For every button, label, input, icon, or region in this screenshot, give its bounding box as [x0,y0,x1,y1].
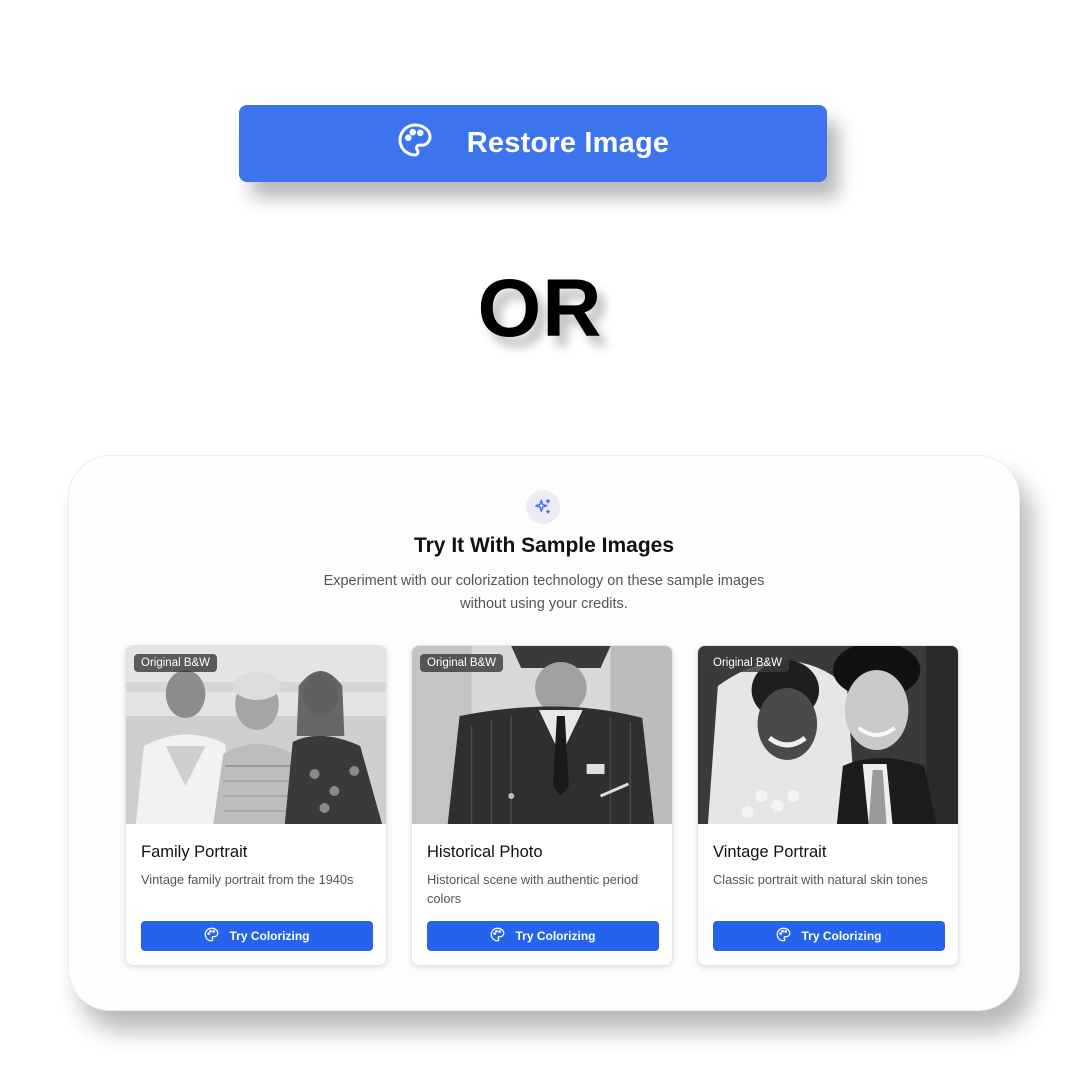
or-separator: OR [477,263,603,354]
panel-subtitle-line-2: without using your credits. [460,596,628,612]
try-colorizing-label: Try Colorizing [515,929,596,943]
try-colorizing-button[interactable]: Try Colorizing [427,921,659,951]
try-colorizing-label: Try Colorizing [229,929,310,943]
palette-icon [776,927,791,945]
try-colorizing-button[interactable]: Try Colorizing [141,921,373,951]
try-colorizing-label: Try Colorizing [801,929,882,943]
panel-title: Try It With Sample Images [413,534,675,557]
original-bw-badge: Original B&W [706,654,790,672]
card-title: Vintage Portrait [713,843,827,861]
sample-card-vintage-portrait[interactable]: Original B&W Vintage Portrait Classic po… [697,645,959,966]
try-colorizing-button[interactable]: Try Colorizing [713,921,945,951]
sparkles-icon [526,490,560,524]
sample-images-panel: Try It With Sample Images Experiment wit… [68,455,1020,1011]
palette-icon [397,122,433,166]
card-description: Classic portrait with natural skin tones [713,872,928,887]
sample-card-historical-photo[interactable]: Original B&W Historical Photo Historical… [411,645,673,966]
original-bw-badge: Original B&W [134,654,218,672]
palette-icon [204,927,219,945]
card-title: Historical Photo [427,843,543,861]
family-portrait-image[interactable]: Original B&W [126,646,386,824]
vintage-portrait-image[interactable]: Original B&W [698,646,958,824]
panel-subtitle-line-1: Experiment with our colorization technol… [323,573,765,589]
card-description: Vintage family portrait from the 1940s [141,872,354,887]
restore-image-button[interactable]: Restore Image [239,105,827,182]
card-title: Family Portrait [141,843,248,861]
restore-image-label: Restore Image [466,127,670,159]
historical-photo-image[interactable]: Original B&W [412,646,672,824]
card-description: Historical scene with authentic period c… [427,872,639,906]
original-bw-badge: Original B&W [420,654,504,672]
palette-icon [490,927,505,945]
panel-subtitle: Experiment with our colorization technol… [69,570,1019,616]
sample-card-family-portrait[interactable]: Original B&W Family Portrait Vintage fam… [125,645,387,966]
